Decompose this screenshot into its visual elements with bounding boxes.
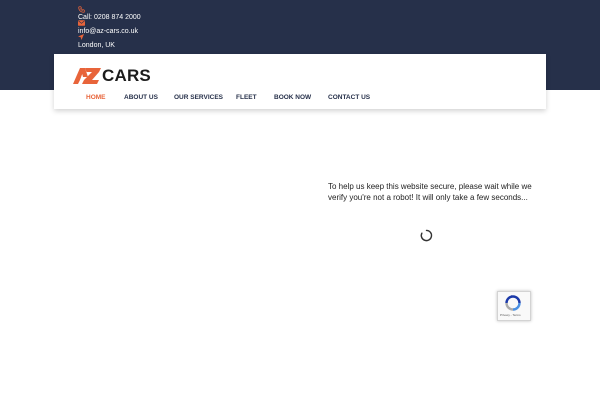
security-message: To help us keep this website secure, ple… [328, 182, 532, 202]
recaptcha-privacy-terms[interactable]: Privacy - Terms [500, 313, 521, 317]
logo-text: CARS [102, 66, 151, 85]
location-text: London, UK [78, 42, 115, 49]
envelope-icon [78, 20, 86, 27]
nav-book-now[interactable]: BOOK NOW [274, 94, 311, 102]
header-nav-card: CARS HOME ABOUT US OUR SERVICES FLEET BO… [54, 54, 546, 109]
nav-fleet[interactable]: FLEET [236, 94, 257, 102]
loading-spinner-icon [420, 229, 433, 242]
nav-home[interactable]: HOME [86, 94, 106, 102]
phone-icon [78, 6, 86, 13]
contact-location: London, UK [78, 34, 115, 50]
nav-contact-us[interactable]: CONTACT US [328, 94, 370, 102]
recaptcha-badge[interactable]: Privacy - Terms [497, 291, 531, 321]
nav-our-services[interactable]: OUR SERVICES [174, 94, 223, 102]
location-arrow-icon [78, 34, 86, 41]
recaptcha-icon [505, 295, 521, 311]
site-logo[interactable]: CARS [72, 67, 152, 85]
az-logo-mark [73, 68, 101, 84]
nav-about-us[interactable]: ABOUT US [124, 94, 158, 102]
